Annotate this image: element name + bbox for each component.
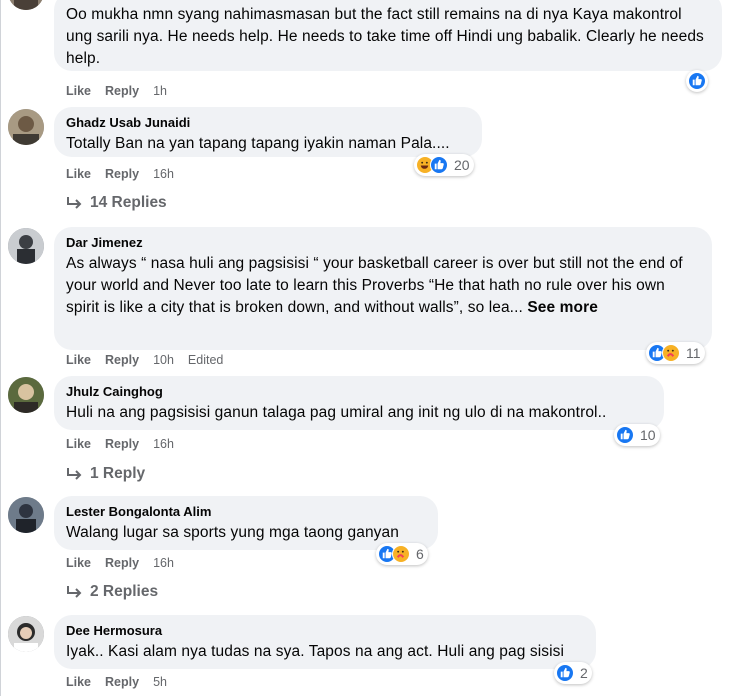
like-icon (556, 664, 574, 682)
reaction-summary[interactable] (686, 70, 708, 92)
avatar[interactable] (8, 616, 44, 652)
comment-author[interactable]: Lester Bongalonta Alim (66, 504, 426, 520)
comment-actions: Like Reply 16h (66, 166, 174, 182)
replies-count-label[interactable]: 2 Replies (90, 582, 158, 602)
comment-actions: Like Reply 1h (66, 83, 167, 99)
like-icon (430, 156, 448, 174)
like-icon (616, 426, 634, 444)
reply-arrow-icon (67, 468, 82, 480)
reply-button[interactable]: Reply (105, 352, 139, 368)
comment-text: Walang lugar sa sports yung mga taong ga… (66, 524, 399, 541)
view-replies-link[interactable]: 2 Replies (66, 582, 158, 602)
comment-actions: Like Reply 10h Edited (66, 352, 223, 368)
comment-bubble: Lester Bongalonta Alim Walang lugar sa s… (54, 496, 438, 550)
reaction-summary[interactable]: 2 (554, 662, 592, 684)
reaction-count: 11 (686, 345, 701, 361)
comment-author[interactable]: Ghadz Usab Junaidi (66, 115, 470, 131)
timestamp[interactable]: 16h (153, 555, 174, 571)
comment-actions: Like Reply 5h (66, 674, 167, 690)
comment-text: As always “ nasa huli ang pagsisisi “ yo… (66, 253, 700, 319)
reply-button[interactable]: Reply (105, 555, 139, 571)
reaction-count: 6 (416, 546, 424, 562)
edited-label: Edited (187, 353, 224, 367)
comment-bubble: Oo mukha nmn syang nahimasmasan but the … (54, 0, 722, 71)
comment-bubble: Dee Hermosura Iyak.. Kasi alam nya tudas… (54, 615, 596, 669)
view-replies-link[interactable]: 14 Replies (66, 193, 167, 213)
comment-author[interactable]: Dar Jimenez (66, 235, 700, 251)
reaction-summary[interactable]: 11 (646, 342, 705, 364)
left-border (0, 0, 1, 696)
reply-button[interactable]: Reply (105, 83, 139, 99)
comment-text: Iyak.. Kasi alam nya tudas na sya. Tapos… (66, 643, 565, 660)
reaction-count: 20 (454, 157, 470, 173)
reaction-summary[interactable]: 10 (614, 424, 660, 446)
replies-count-label[interactable]: 1 Reply (90, 464, 145, 484)
care-icon (662, 344, 680, 362)
like-button[interactable]: Like (66, 83, 91, 99)
reply-arrow-icon (67, 197, 82, 209)
comment-author[interactable]: Dee Hermosura (66, 623, 584, 639)
timestamp[interactable]: 5h (153, 674, 167, 690)
like-button[interactable]: Like (66, 555, 91, 571)
reaction-summary[interactable]: 20 (414, 154, 474, 176)
comment-bubble: Jhulz Cainghog Huli na ang pagsisisi gan… (54, 376, 664, 430)
care-icon (392, 545, 410, 563)
avatar[interactable] (8, 497, 44, 533)
avatar[interactable] (8, 109, 44, 145)
replies-count-label[interactable]: 14 Replies (90, 193, 167, 213)
reply-arrow-icon (67, 586, 82, 598)
reply-button[interactable]: Reply (105, 436, 139, 452)
like-button[interactable]: Like (66, 436, 91, 452)
comment-text: Totally Ban na yan tapang tapang iyakin … (66, 135, 450, 152)
comment-bubble: Dar Jimenez As always “ nasa huli ang pa… (54, 227, 712, 350)
comment-author[interactable]: Jhulz Cainghog (66, 384, 652, 400)
see-more-link[interactable]: See more (527, 299, 598, 316)
comment-bubble: Ghadz Usab Junaidi Totally Ban na yan ta… (54, 107, 482, 157)
comment-text: Huli na ang pagsisisi ganun talaga pag u… (66, 404, 607, 421)
comment-actions: Like Reply 16h (66, 555, 174, 571)
reply-button[interactable]: Reply (105, 674, 139, 690)
timestamp[interactable]: 1h (153, 83, 167, 99)
avatar[interactable] (8, 228, 44, 264)
reply-button[interactable]: Reply (105, 166, 139, 182)
like-button[interactable]: Like (66, 674, 91, 690)
timestamp[interactable]: 16h (153, 166, 174, 182)
reaction-count: 2 (580, 665, 588, 681)
timestamp[interactable]: 10h (153, 352, 174, 368)
comment-text: Oo mukha nmn syang nahimasmasan but the … (66, 6, 704, 67)
view-replies-link[interactable]: 1 Reply (66, 464, 145, 484)
reaction-summary[interactable]: 6 (376, 543, 428, 565)
reaction-count: 10 (640, 427, 656, 443)
avatar[interactable] (8, 0, 44, 10)
avatar[interactable] (8, 377, 44, 413)
timestamp[interactable]: 16h (153, 436, 174, 452)
like-button[interactable]: Like (66, 166, 91, 182)
like-icon (688, 72, 706, 90)
comment-actions: Like Reply 16h (66, 436, 174, 452)
like-button[interactable]: Like (66, 352, 91, 368)
